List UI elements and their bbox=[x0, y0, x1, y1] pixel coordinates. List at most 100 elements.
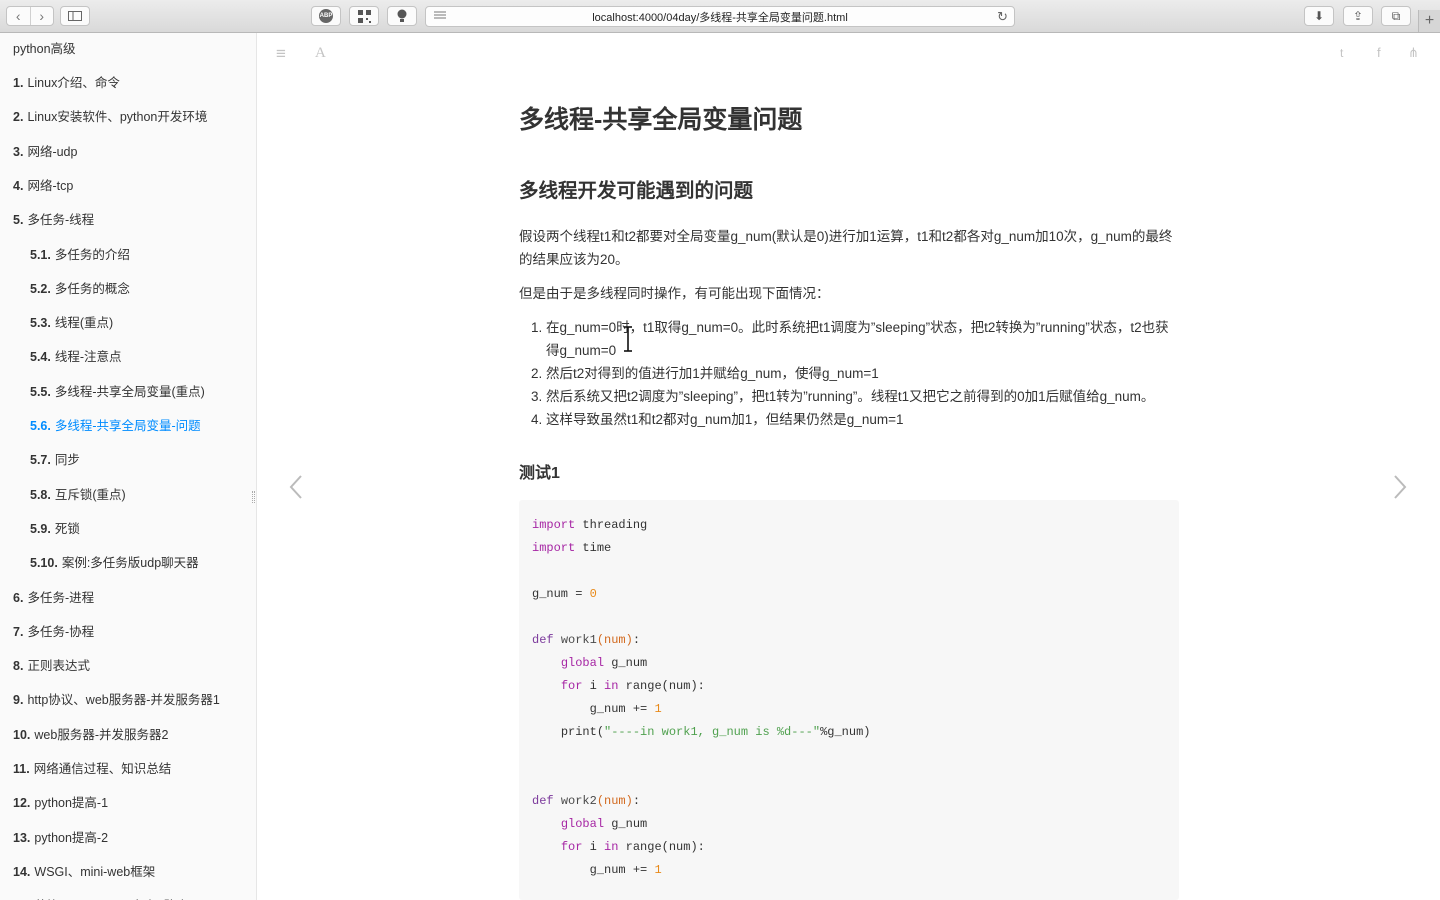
download-button[interactable]: ⬇ bbox=[1304, 6, 1334, 26]
page-content: 多线程-共享全局变量问题 多线程开发可能遇到的问题 假设两个线程t1和t2都要对… bbox=[519, 100, 1179, 900]
code-token: import bbox=[532, 541, 576, 555]
sidebar-item[interactable]: 7. 多任务-协程 bbox=[13, 621, 94, 640]
sidebar-item-label: 网络通信过程、知识总结 bbox=[33, 762, 172, 776]
sidebar-item[interactable]: 10. web服务器-并发服务器2 bbox=[13, 724, 168, 743]
previous-page-icon[interactable] bbox=[289, 474, 303, 500]
share-button[interactable]: ⇪ bbox=[1343, 6, 1373, 26]
code-token: += bbox=[632, 863, 648, 877]
sidebar-item-label: python提高-2 bbox=[34, 830, 109, 845]
sidebar-item[interactable]: 8. 正则表达式 bbox=[13, 655, 90, 674]
code-token: def bbox=[532, 633, 554, 647]
sidebar-item[interactable]: 3. 网络-udp bbox=[13, 141, 77, 160]
code-token: += bbox=[632, 702, 648, 716]
sidebar-item-label: web服务器-并发服务器2 bbox=[34, 727, 169, 742]
sidebar-item-label: 多任务-协程 bbox=[27, 624, 95, 639]
sidebar-item-number: 8. bbox=[13, 659, 24, 674]
sidebar-item-number: 9. bbox=[13, 693, 24, 708]
sidebar-item-number: 13. bbox=[13, 830, 31, 845]
facebook-icon[interactable]: f bbox=[1377, 45, 1381, 60]
code-token: global bbox=[560, 656, 605, 670]
code-token: g_num bbox=[589, 863, 626, 877]
code-token: in bbox=[604, 679, 619, 693]
code-token: = bbox=[575, 587, 583, 601]
twitter-icon[interactable]: t bbox=[1340, 46, 1343, 60]
tabs-overview-button[interactable]: ⧉ bbox=[1381, 6, 1411, 26]
sidebar-item-number: 5.3. bbox=[30, 316, 51, 331]
bulb-extension-button[interactable] bbox=[387, 6, 417, 26]
sidebar-item[interactable]: 5. 多任务-线程 bbox=[13, 209, 94, 228]
code-token: : bbox=[632, 794, 641, 808]
code-token: 1 bbox=[654, 863, 662, 877]
nav-buttons: ‹ › bbox=[6, 6, 54, 26]
sidebar-item[interactable]: 4. 网络-tcp bbox=[13, 175, 73, 194]
sidebar-item-number: 3. bbox=[13, 144, 24, 159]
sidebar-item[interactable]: 5.9. 死锁 bbox=[30, 518, 80, 537]
url-text: localhost:4000/04day/多线程-共享全局变量问题.html bbox=[592, 11, 848, 24]
tabs-icon: ⧉ bbox=[1391, 8, 1401, 23]
code-token: g_num bbox=[532, 587, 569, 601]
sidebar-item-label: 多任务-进程 bbox=[27, 590, 95, 605]
forward-button[interactable]: › bbox=[31, 7, 54, 25]
code-token: "----in work1, g_num is %d---" bbox=[604, 725, 821, 739]
sidebar-item[interactable]: 5.2. 多任务的概念 bbox=[30, 278, 130, 297]
sidebar-item-number: 5.9. bbox=[30, 521, 51, 536]
code-token: range(num): bbox=[625, 840, 705, 854]
next-page-icon[interactable] bbox=[1393, 474, 1407, 500]
code-token: 1 bbox=[654, 702, 662, 716]
sidebar-item-number: 1. bbox=[13, 76, 24, 90]
sidebar-item-number: 5.2. bbox=[30, 281, 51, 296]
address-bar[interactable]: localhost:4000/04day/多线程-共享全局变量问题.html ↻ bbox=[425, 6, 1015, 27]
code-token: (num) bbox=[596, 794, 633, 808]
book-title[interactable]: python高级 bbox=[13, 38, 76, 57]
code-token: work1 bbox=[560, 633, 597, 647]
text-cursor-icon bbox=[624, 326, 632, 352]
sidebar-item-label: 互斥锁(重点) bbox=[54, 487, 126, 502]
browser-toolbar: ‹ › ABP localhost:4000/04day/多线程-共享全局变量问… bbox=[0, 0, 1440, 33]
sidebar-resize-handle[interactable] bbox=[252, 491, 255, 503]
sidebar-item[interactable]: 5.6. 多线程-共享全局变量-问题 bbox=[30, 415, 201, 434]
list-item: 在g_num=0时，t1取得g_num=0。此时系统把t1调度为”sleepin… bbox=[546, 316, 1179, 362]
qr-extension-button[interactable] bbox=[349, 6, 379, 26]
paragraph-intro: 假设两个线程t1和t2都要对全局变量g_num(默认是0)进行加1运算，t1和t… bbox=[519, 229, 1173, 267]
sidebar-item[interactable]: 5.5. 多线程-共享全局变量(重点) bbox=[30, 381, 205, 400]
sidebar-item[interactable]: 12. python提高-1 bbox=[13, 792, 108, 811]
back-button[interactable]: ‹ bbox=[7, 7, 31, 25]
page-title: 多线程-共享全局变量问题 bbox=[519, 106, 803, 134]
sidebar-item[interactable]: 9. http协议、web服务器-并发服务器1 bbox=[13, 689, 220, 708]
code-token: work2 bbox=[560, 794, 597, 808]
sidebar-item[interactable]: 1. Linux介绍、命令 bbox=[13, 72, 120, 91]
sidebar-item[interactable]: 5.1. 多任务的介绍 bbox=[30, 244, 130, 263]
sidebar-item[interactable]: 13. python提高-2 bbox=[13, 827, 108, 846]
sidebar-item-label: 多线程-共享全局变量-问题 bbox=[54, 419, 201, 433]
sidebar-item-label: 网络-udp bbox=[27, 144, 78, 159]
list-item: 这样导致虽然t1和t2都对g_num加1，但结果仍然是g_num=1 bbox=[546, 408, 1179, 431]
sidebar-item[interactable]: 11. 网络通信过程、知识总结 bbox=[13, 758, 171, 777]
sidebar-item[interactable]: 6. 多任务-进程 bbox=[13, 587, 94, 606]
code-token: for bbox=[560, 840, 583, 854]
sidebar-toggle-button[interactable] bbox=[60, 6, 90, 26]
sidebar-item[interactable]: 5.10. 案例:多任务版udp聊天器 bbox=[30, 552, 199, 571]
code-token: for bbox=[560, 679, 583, 693]
menu-toggle-icon[interactable]: ≡ bbox=[276, 44, 286, 64]
sidebar-item[interactable]: 15.装饰器、mini-web框架-路由 bbox=[13, 895, 189, 900]
sidebar-item[interactable]: 5.8. 互斥锁(重点) bbox=[30, 484, 126, 503]
abp-extension-button[interactable]: ABP bbox=[311, 6, 341, 26]
reload-icon[interactable]: ↻ bbox=[997, 9, 1008, 25]
share-page-icon[interactable]: ⋔ bbox=[1408, 45, 1419, 61]
font-settings-icon[interactable]: A bbox=[315, 45, 326, 62]
sidebar-item-label: 多线程-共享全局变量(重点) bbox=[54, 384, 205, 399]
new-tab-button[interactable]: + bbox=[1418, 10, 1440, 32]
code-token: global bbox=[560, 817, 605, 831]
sidebar-item[interactable]: 5.4. 线程-注意点 bbox=[30, 346, 122, 365]
reader-icon[interactable] bbox=[434, 11, 446, 21]
sidebar-item-number: 10. bbox=[13, 727, 31, 742]
steps-list: 在g_num=0时，t1取得g_num=0。此时系统把t1调度为”sleepin… bbox=[546, 316, 1179, 431]
sidebar-item[interactable]: 5.7. 同步 bbox=[30, 449, 80, 468]
sidebar-item[interactable]: 14. WSGI、mini-web框架 bbox=[13, 861, 155, 880]
sidebar-item[interactable]: 2. Linux安装软件、python开发环境 bbox=[13, 106, 207, 125]
sidebar-item-number: 12. bbox=[13, 796, 31, 811]
code-token: g_num bbox=[611, 817, 648, 831]
sidebar-item[interactable]: 5.3. 线程(重点) bbox=[30, 312, 113, 331]
sidebar-item-number: 5.10. bbox=[30, 556, 58, 571]
code-block[interactable]: import threading import time g_num = 0 d… bbox=[519, 500, 1179, 900]
